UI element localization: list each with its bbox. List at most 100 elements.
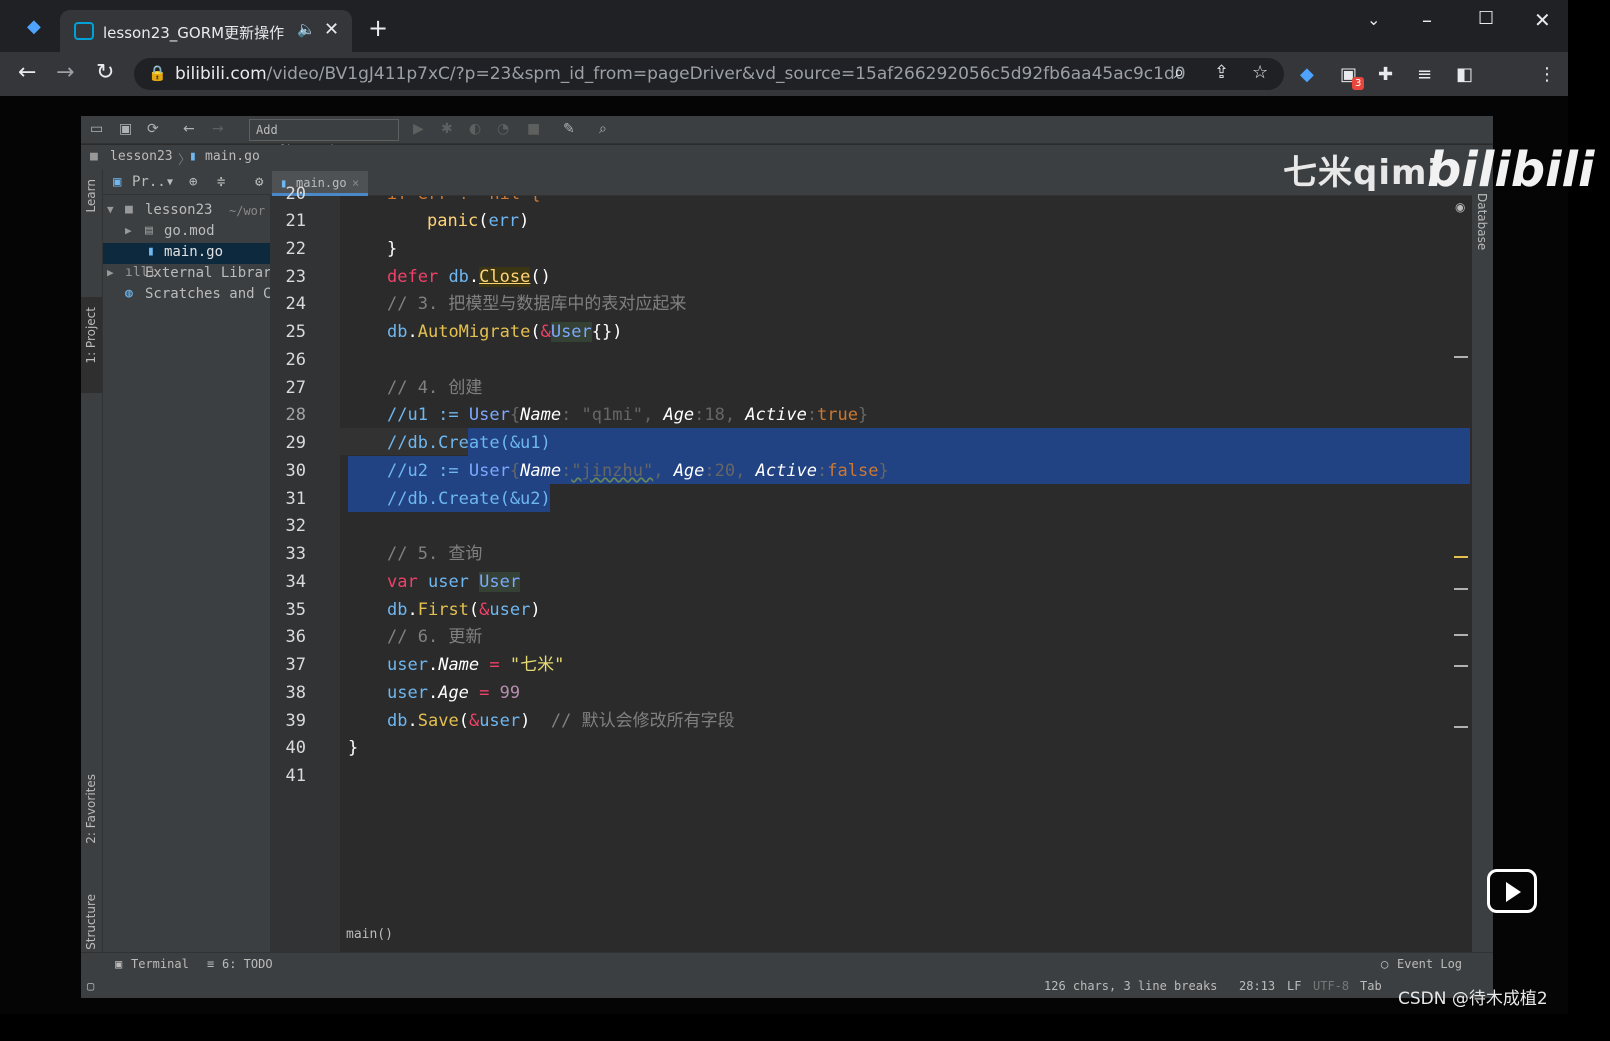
right-tool-strip: Database xyxy=(1472,169,1493,979)
ide-window: ▭ ▣ ⟳ ← → Add Configuration... ▶ ✱ ◐ ◔ ■… xyxy=(81,116,1493,998)
event-log-button[interactable]: Event Log xyxy=(1397,957,1462,971)
code-line-25: db.AutoMigrate(&User{}) xyxy=(387,322,623,342)
browser-tab[interactable]: lesson23_GORM更新操作 🔈 ✕ xyxy=(60,10,352,52)
sync-icon[interactable]: ⟳ xyxy=(147,121,159,137)
extension-gem-icon[interactable]: ◆ xyxy=(1300,64,1314,85)
eye-icon[interactable]: ◉ xyxy=(1455,200,1465,214)
zoom-icon[interactable]: ⌕ xyxy=(1174,62,1184,83)
cursor-position[interactable]: 28:13 xyxy=(1239,979,1275,993)
mod-file-icon: ▤ xyxy=(145,223,153,238)
go-file-icon: ▮ xyxy=(147,244,155,259)
code-line-24: // 3. 把模型与数据库中的表对应起来 xyxy=(387,294,687,314)
tree-item-lesson23[interactable]: ▼ ■ lesson23 ~/wor xyxy=(103,201,270,222)
breadcrumb: ■ lesson23 〉 ▮ main.go xyxy=(81,145,1493,169)
indent-setting[interactable]: Tab xyxy=(1360,979,1382,993)
project-tool-button[interactable]: 1: Project xyxy=(84,307,98,364)
url-text: bilibili.com/video/BV1gJ411p7xC/?p=23&sp… xyxy=(175,64,1186,84)
coverage-icon[interactable]: ◐ xyxy=(469,121,481,137)
lock-icon[interactable]: 🔒 xyxy=(148,64,167,82)
window-close-icon[interactable]: ✕ xyxy=(1534,8,1551,32)
bilibili-tv-play-icon[interactable] xyxy=(1487,869,1537,913)
code-line-40: } xyxy=(348,738,359,758)
csdn-watermark: CSDN @待木成植2 xyxy=(1398,989,1548,1009)
run-icon[interactable]: ▶ xyxy=(413,121,424,137)
extensions-puzzle-icon[interactable]: ✚ xyxy=(1378,64,1393,85)
back-icon[interactable]: ← xyxy=(18,60,36,85)
search-icon[interactable]: ⌕ xyxy=(599,121,607,137)
dropdown-arrow-icon[interactable]: ▼ xyxy=(167,177,173,188)
locate-icon[interactable]: ⊕ xyxy=(189,174,197,190)
tab-search-chevron-icon[interactable]: ⌄ xyxy=(1367,10,1380,29)
profile-icon[interactable]: ◔ xyxy=(497,121,509,137)
address-bar[interactable]: 🔒 bilibili.com/video/BV1gJ411p7xC/?p=23&… xyxy=(134,58,1284,90)
bookmark-star-icon[interactable]: ☆ xyxy=(1252,62,1268,83)
project-panel-header: ▣ Pr.. ▼ ⊕ ≑ ⚙ xyxy=(103,169,270,195)
breadcrumb-file[interactable]: main.go xyxy=(205,149,260,164)
terminal-button[interactable]: Terminal xyxy=(131,957,189,971)
tree-item-external-libraries[interactable]: ▶ ıllı External Librar xyxy=(103,264,270,285)
back-nav-icon[interactable]: ← xyxy=(183,121,195,137)
side-panel-icon[interactable]: ◧ xyxy=(1456,64,1473,85)
selection-info: 126 chars, 3 line breaks xyxy=(1044,979,1218,993)
layout-icon[interactable]: ▢ xyxy=(87,979,94,993)
browser-tab-strip: ◆ lesson23_GORM更新操作 🔈 ✕ + ⌄ – ☐ ✕ xyxy=(0,0,1568,52)
code-line-23: defer db.Close() xyxy=(387,267,551,287)
tab-close-icon[interactable]: ✕ xyxy=(324,19,339,40)
expand-arrow-icon[interactable]: ▼ xyxy=(107,203,114,216)
project-panel: ▣ Pr.. ▼ ⊕ ≑ ⚙ ▼ ■ lesson23 ~/wor ▶ ▤ go… xyxy=(103,169,270,979)
share-icon[interactable]: ⇪ xyxy=(1214,62,1229,83)
menu-dots-icon[interactable]: ⋮ xyxy=(1538,64,1556,85)
code-line-36: // 6. 更新 xyxy=(387,627,483,647)
save-icon[interactable]: ▣ xyxy=(119,121,132,137)
maximize-icon[interactable]: ☐ xyxy=(1478,8,1494,29)
tree-item-main-go[interactable]: ▮ main.go xyxy=(103,243,270,264)
left-tool-strip: Learn 1: Project 2: Favorites Z: Structu… xyxy=(81,169,103,979)
expand-arrow-icon[interactable]: ▶ xyxy=(125,224,132,237)
database-tool-button[interactable]: Database xyxy=(1475,193,1489,250)
code-editor: ▮ main.go × 20 21 22 23 24 25 26 27 28 2… xyxy=(270,169,1493,979)
breadcrumb-project[interactable]: lesson23 xyxy=(110,149,173,164)
line-separator[interactable]: LF xyxy=(1287,979,1301,993)
media-queue-icon[interactable]: ≡ xyxy=(1417,64,1432,85)
code-line-21: panic(err) xyxy=(427,211,530,231)
favorites-tool-button[interactable]: 2: Favorites xyxy=(84,774,98,844)
forward-nav-icon[interactable]: → xyxy=(212,121,224,137)
reload-icon[interactable]: ↻ xyxy=(96,60,114,85)
scroll-marker xyxy=(1454,588,1468,590)
tree-item-go-mod[interactable]: ▶ ▤ go.mod xyxy=(103,222,270,243)
code-area[interactable]: if err != nil { panic(err) } defer db.Cl… xyxy=(340,196,1470,953)
wrench-icon[interactable]: ✎ xyxy=(563,121,575,137)
new-tab-icon[interactable]: + xyxy=(368,14,388,42)
tab-title: lesson23_GORM更新操作 xyxy=(103,24,285,42)
tab-close-icon[interactable]: × xyxy=(352,176,359,190)
audio-icon[interactable]: 🔈 xyxy=(297,20,316,38)
code-line-38: user.Age = 99 xyxy=(387,683,521,703)
ide-toolbar: ▭ ▣ ⟳ ← → Add Configuration... ▶ ✱ ◐ ◔ ■… xyxy=(81,116,1493,157)
selection-highlight xyxy=(468,428,1470,456)
todo-button[interactable]: 6: TODO xyxy=(222,957,273,971)
code-line-20: if err != nil { xyxy=(387,196,541,204)
code-line-34: var user User xyxy=(387,572,521,592)
open-folder-icon[interactable]: ▭ xyxy=(90,121,103,137)
code-line-35: db.First(&user) xyxy=(387,600,541,620)
function-breadcrumb[interactable]: main() xyxy=(346,927,393,942)
code-line-27: // 4. 创建 xyxy=(387,378,483,398)
go-file-icon: ▮ xyxy=(189,149,197,164)
tree-item-scratches[interactable]: ◍ Scratches and C xyxy=(103,285,270,306)
expand-arrow-icon[interactable]: ▶ xyxy=(107,266,114,279)
minimize-icon[interactable]: – xyxy=(1422,8,1432,32)
project-view-selector[interactable]: Pr.. xyxy=(132,174,166,190)
add-configuration-button[interactable]: Add Configuration... xyxy=(249,119,399,157)
code-line-33: // 5. 查询 xyxy=(387,544,483,564)
extension-gem-icon[interactable]: ◆ xyxy=(27,16,41,37)
collapse-icon[interactable]: ≑ xyxy=(217,174,225,190)
settings-gear-icon[interactable]: ⚙ xyxy=(255,174,263,190)
status-bar: ▢ 126 chars, 3 line breaks 28:13 LF UTF-… xyxy=(81,975,1493,998)
stop-icon[interactable]: ■ xyxy=(527,121,540,137)
learn-tool-button[interactable]: Learn xyxy=(84,179,98,213)
scratches-icon: ◍ xyxy=(125,286,133,301)
file-encoding[interactable]: UTF-8 xyxy=(1313,979,1349,993)
forward-icon[interactable]: → xyxy=(56,60,74,85)
debug-icon[interactable]: ✱ xyxy=(441,121,453,137)
scroll-marker xyxy=(1454,726,1468,728)
